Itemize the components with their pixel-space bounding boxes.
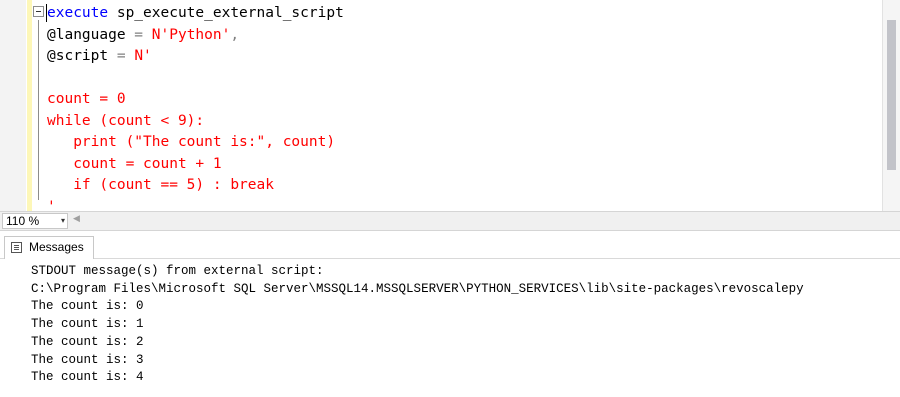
outline-guide: [38, 20, 39, 200]
results-tab-strip: Messages: [0, 231, 900, 259]
tab-strip-divider: [0, 258, 900, 259]
code-line[interactable]: while (count < 9):: [47, 111, 204, 131]
chevron-down-icon[interactable]: ▾: [61, 214, 65, 228]
tab-messages[interactable]: Messages: [4, 236, 94, 259]
results-pane: Messages STDOUT message(s) from external…: [0, 231, 900, 397]
code-token: sp_execute_external_script: [108, 5, 344, 21]
code-token: print ("The count is:", count): [47, 134, 336, 150]
zoom-value: 110 %: [6, 214, 40, 228]
code-line[interactable]: print ("The count is:", count): [47, 132, 335, 152]
code-line[interactable]: execute sp_execute_external_script: [47, 3, 344, 23]
code-token: =: [125, 26, 152, 43]
code-line[interactable]: @language = N'Python',: [47, 25, 239, 45]
code-token: @language: [47, 26, 126, 43]
code-token: N'Python': [151, 26, 231, 43]
zoom-select[interactable]: 110 % ▾: [2, 213, 68, 229]
text-caret: [46, 4, 47, 22]
messages-icon: [11, 242, 22, 253]
output-line: The count is: 3: [31, 352, 144, 367]
code-token: @script: [47, 48, 109, 64]
scrollbar-thumb[interactable]: [887, 20, 896, 170]
code-line[interactable]: ': [47, 197, 56, 212]
editor-margin: [0, 0, 26, 211]
code-line[interactable]: @script = N': [47, 46, 152, 66]
code-token: count = 0: [47, 91, 126, 107]
code-token: while (count < 9):: [47, 112, 205, 129]
code-token: N': [134, 48, 152, 64]
output-line: The count is: 1: [31, 317, 144, 332]
output-line: C:\Program Files\Microsoft SQL Server\MS…: [31, 281, 804, 296]
code-token: count = count + 1: [47, 155, 222, 172]
change-tracking-bar: [27, 0, 32, 211]
output-line: STDOUT message(s) from external script:: [31, 264, 324, 278]
code-token: ': [47, 198, 56, 212]
code-token: ,: [230, 26, 240, 43]
scroll-left-icon[interactable]: ◀: [73, 214, 80, 224]
code-token: if (count == 5) : break: [47, 177, 274, 193]
code-token: execute: [47, 5, 109, 21]
code-token: =: [108, 48, 135, 64]
code-line[interactable]: count = count + 1: [47, 154, 222, 174]
tab-messages-label: Messages: [29, 240, 84, 254]
code-line[interactable]: count = 0: [47, 89, 126, 109]
output-line: The count is: 0: [31, 299, 144, 314]
vertical-scrollbar[interactable]: [882, 0, 900, 211]
collapse-icon[interactable]: [33, 6, 44, 17]
output-line: The count is: 2: [31, 334, 144, 349]
output-line: The count is: 4: [31, 370, 144, 385]
zoom-bar: 110 % ▾ ◀: [0, 211, 900, 231]
query-editor[interactable]: execute sp_execute_external_script @langu…: [0, 0, 900, 211]
code-line[interactable]: if (count == 5) : break: [47, 175, 274, 195]
